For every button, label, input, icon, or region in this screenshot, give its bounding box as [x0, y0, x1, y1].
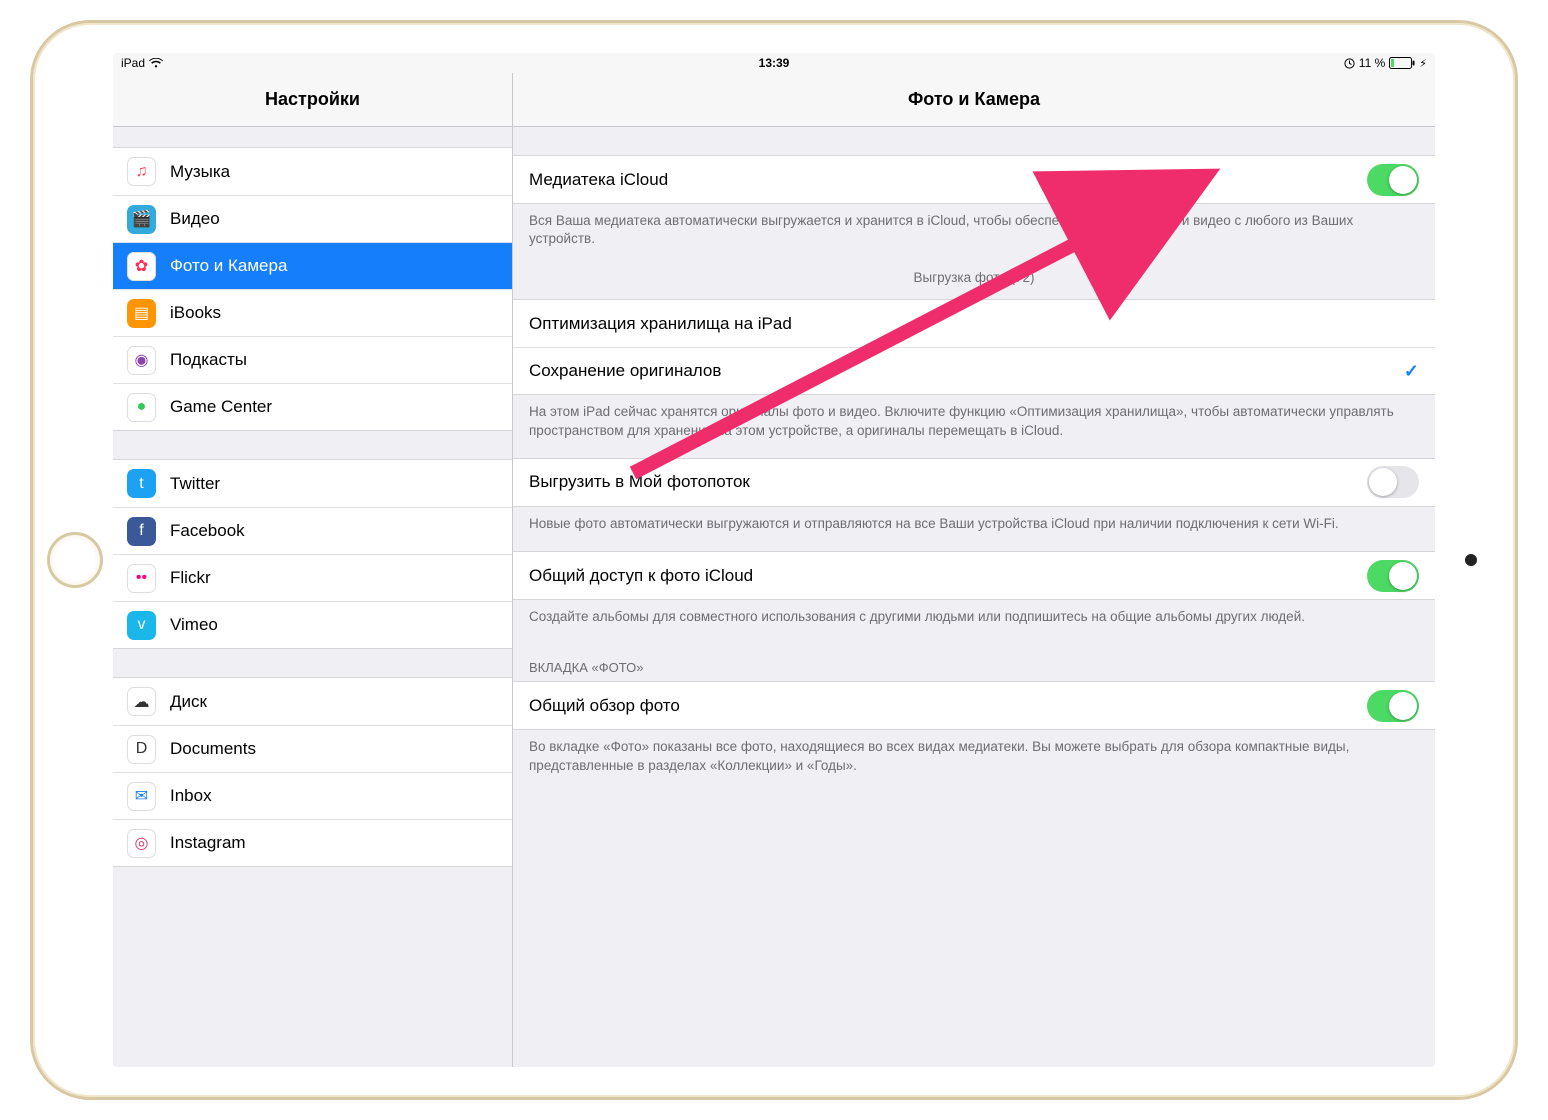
- settings-sidebar: Настройки ♫ Музыка 🎬 Видео ✿ Фото и Камера ▤ iB…: [113, 73, 513, 1067]
- rotation-lock-icon: [1344, 58, 1355, 69]
- app-icon: ♫: [127, 157, 156, 186]
- sidebar-item-label: Подкасты: [170, 350, 247, 370]
- status-bar: iPad 13:39 11 % ⚡︎: [113, 53, 1435, 73]
- sidebar-title: Настройки: [113, 73, 512, 127]
- app-icon: ✿: [127, 252, 156, 281]
- checkmark-icon: ✓: [1404, 361, 1419, 382]
- sidebar-item-label: Documents: [170, 739, 256, 759]
- cell-label: Общий обзор фото: [529, 696, 1367, 716]
- sidebar-item-label: Game Center: [170, 397, 272, 417]
- charging-icon: ⚡︎: [1419, 57, 1427, 70]
- sidebar-item-label: Видео: [170, 209, 220, 229]
- toggle-switch[interactable]: [1367, 164, 1419, 196]
- sidebar-item[interactable]: ▤ iBooks: [113, 289, 512, 336]
- section-footer: На этом iPad сейчас хранятся оригиналы ф…: [513, 395, 1435, 457]
- app-icon: v: [127, 611, 156, 640]
- app-icon: t: [127, 469, 156, 498]
- screen: iPad 13:39 11 % ⚡︎ Настройки: [113, 53, 1435, 1067]
- detail-scroll[interactable]: Медиатека iCloud Вся Ваша медиатека автом…: [513, 127, 1435, 1067]
- section-footer: Создайте альбомы для совместного использ…: [513, 600, 1435, 644]
- app-icon: ◉: [127, 346, 156, 375]
- sidebar-item[interactable]: t Twitter: [113, 460, 512, 507]
- app-icon: 🎬: [127, 205, 156, 234]
- app-icon: ▤: [127, 299, 156, 328]
- app-icon: ✉: [127, 782, 156, 811]
- sidebar-item-label: Facebook: [170, 521, 245, 541]
- cell-label: Выгрузить в Мой фотопоток: [529, 472, 1367, 492]
- sidebar-item[interactable]: ● Game Center: [113, 383, 512, 430]
- toggle-switch[interactable]: [1367, 690, 1419, 722]
- ipad-frame: iPad 13:39 11 % ⚡︎ Настройки: [30, 20, 1518, 1100]
- device-label: iPad: [121, 56, 145, 70]
- sidebar-item[interactable]: ✿ Фото и Камера: [113, 242, 512, 289]
- sidebar-item[interactable]: v Vimeo: [113, 601, 512, 648]
- sidebar-item[interactable]: ☁ Диск: [113, 678, 512, 725]
- app-icon: ••: [127, 564, 156, 593]
- detail-title: Фото и Камера: [513, 73, 1435, 127]
- sidebar-item-label: Inbox: [170, 786, 212, 806]
- section-footer: Вся Ваша медиатека автоматически выгружа…: [513, 204, 1435, 266]
- settings-cell[interactable]: Медиатека iCloud: [513, 156, 1435, 203]
- sidebar-item-label: Flickr: [170, 568, 211, 588]
- sidebar-item-label: Фото и Камера: [170, 256, 287, 276]
- sidebar-item-label: Диск: [170, 692, 207, 712]
- battery-percent: 11 %: [1359, 56, 1385, 70]
- sidebar-item[interactable]: ◎ Instagram: [113, 819, 512, 866]
- cell-label: Оптимизация хранилища на iPad: [529, 314, 1419, 334]
- home-button[interactable]: [47, 532, 103, 588]
- sidebar-item[interactable]: D Documents: [113, 725, 512, 772]
- upload-status: Выгрузка фото (72): [513, 266, 1435, 299]
- battery-icon: [1389, 57, 1415, 69]
- cell-label: Сохранение оригиналов: [529, 361, 1404, 381]
- app-icon: ◎: [127, 829, 156, 858]
- section-header: ВКЛАДКА «ФОТО»: [513, 644, 1435, 681]
- detail-pane: Фото и Камера Медиатека iCloud Вся Ваша м…: [513, 73, 1435, 1067]
- sidebar-item[interactable]: f Facebook: [113, 507, 512, 554]
- sidebar-item[interactable]: ◉ Подкасты: [113, 336, 512, 383]
- status-time: 13:39: [759, 56, 790, 70]
- toggle-switch[interactable]: [1367, 466, 1419, 498]
- sidebar-item[interactable]: 🎬 Видео: [113, 195, 512, 242]
- wifi-icon: [149, 58, 163, 68]
- sidebar-item[interactable]: ♫ Музыка: [113, 148, 512, 195]
- settings-cell[interactable]: Выгрузить в Мой фотопоток: [513, 459, 1435, 506]
- toggle-switch[interactable]: [1367, 560, 1419, 592]
- settings-cell[interactable]: Оптимизация хранилища на iPad: [513, 300, 1435, 347]
- app-icon: ☁: [127, 687, 156, 716]
- app-icon: D: [127, 735, 156, 764]
- sidebar-item-label: Vimeo: [170, 615, 218, 635]
- settings-cell[interactable]: Сохранение оригиналов✓: [513, 347, 1435, 394]
- cell-label: Общий доступ к фото iCloud: [529, 566, 1367, 586]
- front-camera: [1465, 554, 1477, 566]
- section-footer: Во вкладке «Фото» показаны все фото, нах…: [513, 730, 1435, 792]
- settings-cell[interactable]: Общий доступ к фото iCloud: [513, 552, 1435, 599]
- section-footer: Новые фото автоматически выгружаются и о…: [513, 507, 1435, 551]
- sidebar-item-label: Музыка: [170, 162, 230, 182]
- app-icon: ●: [127, 393, 156, 422]
- sidebar-item-label: Instagram: [170, 833, 246, 853]
- sidebar-item-label: iBooks: [170, 303, 221, 323]
- cell-label: Медиатека iCloud: [529, 170, 1367, 190]
- sidebar-item-label: Twitter: [170, 474, 220, 494]
- sidebar-scroll[interactable]: ♫ Музыка 🎬 Видео ✿ Фото и Камера ▤ iBooks ◉ Подка…: [113, 127, 512, 1067]
- sidebar-item[interactable]: •• Flickr: [113, 554, 512, 601]
- app-icon: f: [127, 517, 156, 546]
- sidebar-item[interactable]: ✉ Inbox: [113, 772, 512, 819]
- settings-cell[interactable]: Общий обзор фото: [513, 682, 1435, 729]
